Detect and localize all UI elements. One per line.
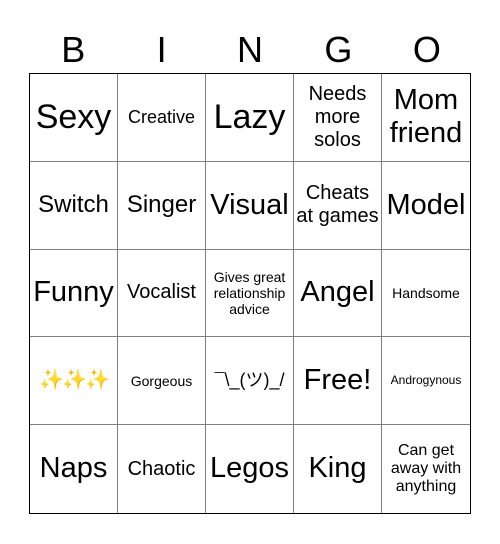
bingo-grid: Sexy Creative Lazy Needs more solos Mom …	[29, 73, 471, 514]
bingo-cell[interactable]: Funny	[30, 249, 118, 338]
bingo-cell[interactable]: Handsome	[382, 250, 470, 338]
header-letter-g: G	[324, 29, 353, 70]
sparkles-icon[interactable]: ✨✨✨	[30, 337, 118, 426]
bingo-cell[interactable]: Switch	[30, 161, 118, 250]
bingo-cell[interactable]: Mom friend	[382, 74, 470, 162]
bingo-cell[interactable]: Chaotic	[118, 425, 206, 513]
bingo-header: B I N G O	[29, 28, 471, 72]
free-space[interactable]: Free!	[294, 337, 382, 426]
bingo-cell[interactable]: Legos	[206, 425, 294, 513]
bingo-cell[interactable]: Visual	[206, 161, 294, 250]
bingo-cell[interactable]: Naps	[30, 425, 118, 513]
bingo-cell[interactable]: Angel	[294, 249, 382, 338]
bingo-cell[interactable]: Creative	[118, 74, 206, 162]
header-letter-n: N	[237, 29, 264, 70]
bingo-cell[interactable]: Can get away with anything	[382, 425, 470, 513]
header-letter-b: B	[61, 29, 86, 70]
bingo-cell[interactable]: King	[294, 425, 382, 513]
bingo-cell[interactable]: Vocalist	[118, 249, 206, 338]
header-letter-i: I	[156, 29, 167, 70]
shrug-cell[interactable]: ¯\_(ツ)_/	[206, 337, 294, 426]
bingo-cell[interactable]: Gorgeous	[118, 337, 206, 426]
bingo-cell[interactable]: Gives great relationship advice	[206, 249, 294, 338]
header-letter-o: O	[412, 29, 441, 70]
bingo-cell[interactable]: Cheats at games	[294, 161, 382, 250]
bingo-cell[interactable]: Androgynous	[382, 337, 470, 426]
bingo-cell[interactable]: Singer	[118, 161, 206, 250]
bingo-cell[interactable]: Sexy	[30, 74, 118, 162]
bingo-cell[interactable]: Model	[382, 162, 470, 250]
bingo-cell[interactable]: Lazy	[206, 74, 294, 162]
bingo-cell[interactable]: Needs more solos	[294, 74, 382, 162]
